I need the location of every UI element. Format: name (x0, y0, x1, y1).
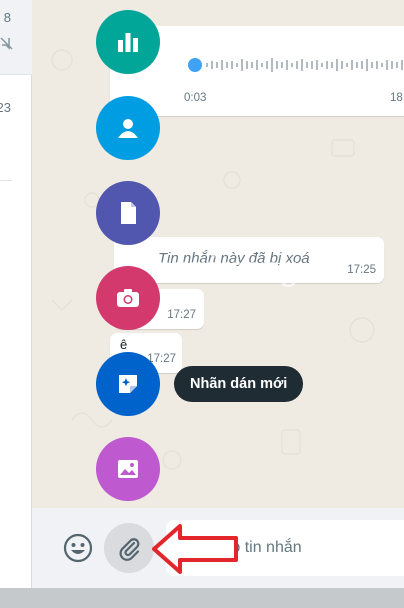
chat-list-time: 23 (0, 100, 11, 115)
photo-icon (118, 460, 138, 478)
annotation-arrow-icon (152, 524, 238, 574)
voice-progress-handle[interactable] (188, 58, 202, 72)
attach-photo-button[interactable] (96, 437, 160, 501)
poll-icon (118, 33, 138, 52)
document-icon (121, 202, 136, 224)
voice-elapsed-time: 0:03 (184, 92, 207, 104)
message-time: 17:25 (347, 264, 376, 276)
contact-icon (118, 119, 138, 138)
attach-camera-button[interactable] (96, 266, 160, 330)
attach-contact-button[interactable] (96, 96, 160, 160)
attach-document-button[interactable] (96, 181, 160, 245)
chat-list-count: 8 (3, 10, 11, 25)
sticker-icon (119, 375, 137, 393)
chat-list-strip: 8 23 (0, 0, 32, 608)
message-text: ê (120, 337, 128, 352)
message-time: 17:27 (167, 309, 196, 321)
camera-icon (117, 289, 139, 307)
chat-area: 0:03 18 Tin nhắn này đã bị xoá 17:25 17:… (32, 0, 404, 508)
voice-waveform[interactable] (206, 52, 404, 78)
window-bottom-bar (0, 588, 404, 608)
sticker-tooltip: Nhãn dán mới (174, 366, 304, 402)
voice-total-time: 18 (390, 92, 403, 104)
mute-icon (0, 37, 13, 50)
attach-poll-button[interactable] (96, 10, 160, 74)
attach-sticker-button[interactable] (96, 352, 160, 416)
paperclip-icon (119, 538, 140, 561)
chat-list-divider (0, 180, 12, 181)
watermark-text: uantrimang (137, 250, 298, 288)
emoji-icon[interactable] (62, 532, 94, 564)
attach-button[interactable] (104, 523, 154, 573)
